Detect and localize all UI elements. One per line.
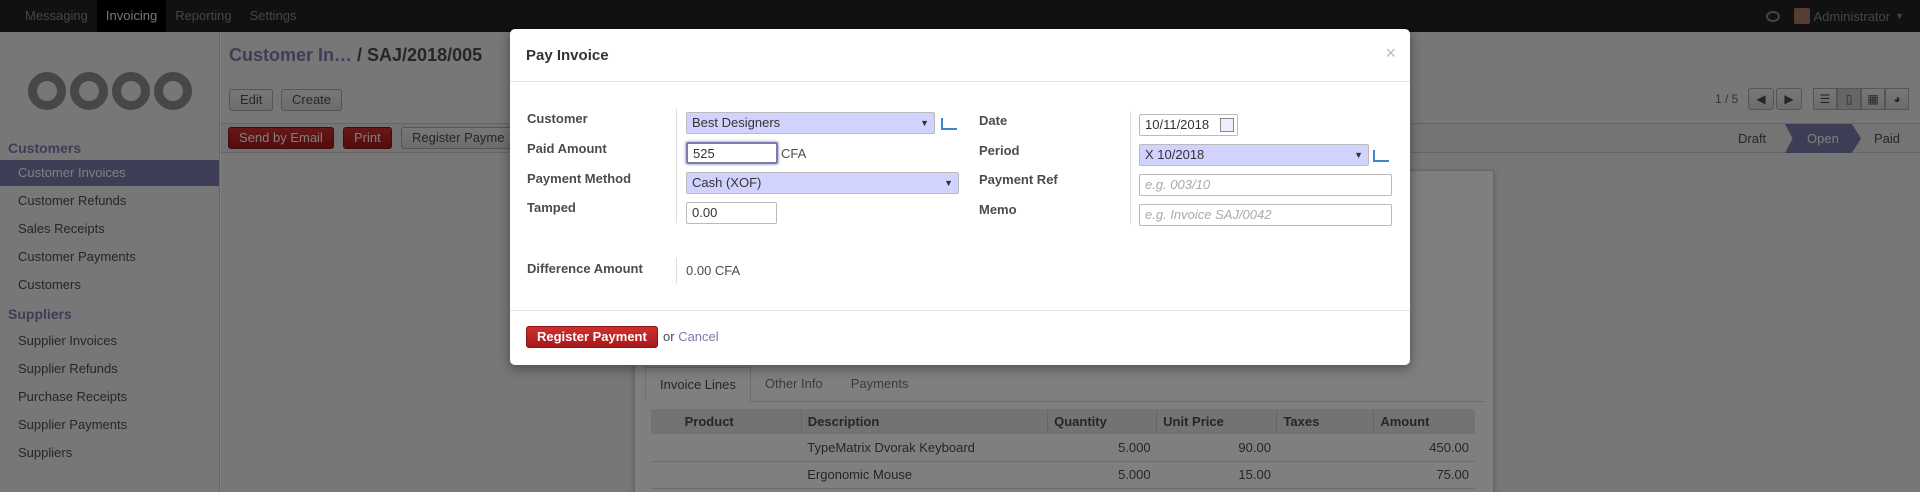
column-divider: [1130, 111, 1131, 225]
date-input[interactable]: 10/11/2018: [1139, 114, 1238, 136]
register-payment-submit-button[interactable]: Register Payment: [526, 326, 658, 348]
header-divider: [510, 81, 1410, 82]
date-value: 10/11/2018: [1145, 117, 1210, 132]
chevron-down-icon: ▼: [944, 178, 953, 188]
difference-amount-label: Difference Amount: [527, 261, 643, 276]
or-label: or: [663, 329, 675, 344]
paid-amount-label: Paid Amount: [527, 141, 607, 156]
payment-method-select[interactable]: Cash (XOF) ▼: [686, 172, 959, 194]
payment-ref-label: Payment Ref: [979, 172, 1058, 187]
paid-amount-input[interactable]: 525: [686, 142, 778, 164]
footer-divider: [510, 310, 1410, 311]
difference-amount-value: 0.00 CFA: [686, 263, 741, 278]
cancel-link[interactable]: Cancel: [678, 329, 718, 344]
period-value: X 10/2018: [1145, 147, 1205, 162]
date-label: Date: [979, 113, 1008, 128]
tamped-input[interactable]: 0.00: [686, 202, 777, 224]
currency-label: CFA: [781, 146, 807, 161]
column-divider: [676, 109, 677, 223]
chevron-down-icon: ▼: [1354, 150, 1363, 160]
chevron-down-icon: ▼: [920, 118, 929, 128]
customer-label: Customer: [527, 111, 588, 126]
customer-select[interactable]: Best Designers ▼: [686, 112, 935, 134]
memo-input[interactable]: e.g. Invoice SAJ/0042: [1139, 204, 1392, 226]
close-icon[interactable]: ×: [1385, 43, 1396, 64]
footer-or-text: or Cancel: [663, 329, 719, 344]
payment-ref-input[interactable]: e.g. 003/10: [1139, 174, 1392, 196]
payment-method-label: Payment Method: [527, 171, 632, 186]
pay-invoice-dialog: Pay Invoice × Customer Paid Amount Payme…: [510, 29, 1410, 365]
external-link-icon[interactable]: [941, 118, 957, 130]
period-label: Period: [979, 143, 1020, 158]
payment-method-value: Cash (XOF): [692, 175, 762, 190]
memo-label: Memo: [979, 202, 1017, 217]
column-divider: [676, 258, 677, 284]
external-link-icon[interactable]: [1373, 150, 1389, 162]
dialog-title: Pay Invoice: [526, 47, 609, 64]
period-select[interactable]: X 10/2018 ▼: [1139, 144, 1369, 166]
tamped-label: Tamped: [527, 200, 576, 215]
customer-value: Best Designers: [692, 115, 781, 130]
calendar-icon[interactable]: [1220, 118, 1234, 132]
